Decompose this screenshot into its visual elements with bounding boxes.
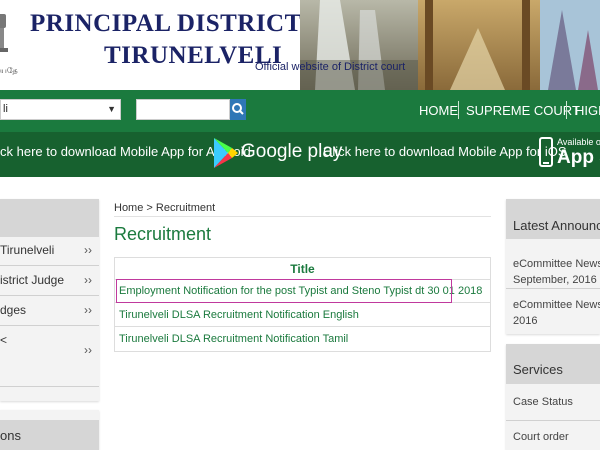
divider xyxy=(506,420,600,421)
chevron-right-icon: ›› xyxy=(84,343,92,357)
district-select[interactable]: li ▼ xyxy=(0,99,121,120)
chevron-right-icon: ›› xyxy=(84,243,92,257)
announcement-line: eCommittee Newslette xyxy=(513,258,600,270)
breadcrumb-divider xyxy=(114,216,491,217)
chevron-down-icon: ▼ xyxy=(107,104,116,114)
official-website-caption: Official website of District court xyxy=(255,61,406,73)
table-row-link[interactable]: Tirunelveli DLSA Recruitment Notificatio… xyxy=(115,328,490,351)
announcement-line: September, 2016 xyxy=(513,274,597,286)
announcement-item[interactable]: eCommittee Newslette 2016 xyxy=(513,297,600,329)
nav-link-supreme-court[interactable]: SUPREME COURT xyxy=(466,103,580,118)
ios-app-link[interactable]: Click here to download Mobile App for iO… xyxy=(323,144,567,159)
sidebar-item-label: istrict Judge xyxy=(0,273,65,287)
sidebar-item-district-judge[interactable]: istrict Judge ›› xyxy=(0,267,99,296)
mobile-app-bar: ck here to download Mobile App for Andro… xyxy=(0,132,600,177)
chevron-right-icon: ›› xyxy=(84,303,92,317)
sidebar-item-label: Tirunelveli xyxy=(0,243,55,257)
chevron-right-icon: ›› xyxy=(84,273,92,287)
nav-link-home[interactable]: HOME xyxy=(419,103,458,118)
nav-link-high-court[interactable]: HIGH xyxy=(575,103,600,118)
announcement-line: 2016 xyxy=(513,315,538,327)
app-store-label[interactable]: App St xyxy=(557,147,600,169)
sidebar-item-judges[interactable]: dges ›› xyxy=(0,297,99,326)
services-title: Services xyxy=(513,362,563,377)
page-title: Recruitment xyxy=(114,224,212,244)
service-link-court-order[interactable]: Court order xyxy=(513,431,569,443)
main-nav-bar: li ▼ HOME SUPREME COURT HIGH xyxy=(0,90,600,132)
service-link-case-status[interactable]: Case Status xyxy=(513,396,573,408)
announcement-line: eCommittee Newslette xyxy=(513,299,600,311)
left-sidebar-menu: Tirunelveli ›› istrict Judge ›› dges ›› … xyxy=(0,199,99,401)
left-sidebar-header xyxy=(0,199,99,237)
emblem-icon xyxy=(0,14,8,52)
search-input[interactable] xyxy=(136,99,230,120)
announcement-item[interactable]: eCommittee Newslette September, 2016 xyxy=(513,256,600,288)
services-panel: Services Case Status Court order xyxy=(506,344,600,450)
sidebar-item-tirunelveli[interactable]: Tirunelveli ›› xyxy=(0,237,99,266)
announcements-panel: Latest Announcem eCommittee Newslette Se… xyxy=(506,199,600,334)
search-button[interactable] xyxy=(230,99,246,120)
left-sidebar-section2: ons xyxy=(0,410,99,450)
emblem-caption: யதே xyxy=(0,66,18,75)
sidebar-item-label: dges xyxy=(0,303,27,317)
phone-icon[interactable] xyxy=(539,137,553,167)
sidebar-item-label: < xyxy=(0,333,8,347)
announcements-title: Latest Announcem xyxy=(513,218,600,233)
table-header-title: Title xyxy=(115,258,490,280)
district-select-value: li xyxy=(3,103,8,115)
nav-divider xyxy=(566,101,567,119)
highlight-box xyxy=(116,279,452,303)
search-icon xyxy=(232,103,244,115)
table-row-link[interactable]: Tirunelveli DLSA Recruitment Notificatio… xyxy=(115,304,490,327)
google-play-icon[interactable] xyxy=(212,136,238,170)
nav-divider xyxy=(458,101,459,119)
site-header: யதே PRINCIPAL DISTRICT COURT TIRUNELVELI… xyxy=(0,0,600,90)
recruitment-table: Title Employment Notification for the po… xyxy=(114,257,491,352)
app-store-available-label: Available o xyxy=(557,137,600,147)
header-banner-image xyxy=(300,0,600,90)
divider xyxy=(506,288,600,289)
left-sidebar-section2-title: ons xyxy=(0,428,21,443)
breadcrumb[interactable]: Home > Recruitment xyxy=(114,202,215,214)
sidebar-item-more[interactable]: < ›› xyxy=(0,327,99,387)
